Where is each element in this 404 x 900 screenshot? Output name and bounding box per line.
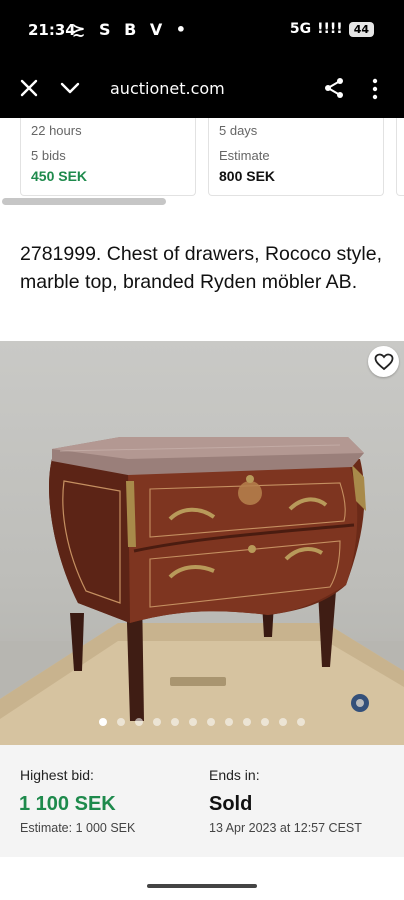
related-lots-carousel[interactable]: 22 hours 5 bids 450 SEK 5 days Estimate … <box>0 118 404 208</box>
time-left: 5 days <box>219 123 258 138</box>
status-time: 21:34 <box>28 21 76 39</box>
chest-of-drawers-photo <box>0 437 404 745</box>
status-indicators: 5G !!!! 44 <box>290 21 374 37</box>
bid-summary-panel: Highest bid: 1 100 SEK Estimate: 1 000 S… <box>0 745 404 857</box>
pagination-dot[interactable] <box>117 718 125 726</box>
battery-icon: 44 <box>348 21 374 37</box>
related-lot-card[interactable]: 5 days Estimate 800 SEK <box>208 118 384 196</box>
lot-title: 2781999. Chest of drawers, Rococo style,… <box>20 243 383 293</box>
network-label: 5G <box>289 21 312 37</box>
share-icon[interactable] <box>322 76 346 100</box>
signal-icon: !!!! <box>317 21 343 37</box>
notification-icons: ≿ S B V • <box>72 20 191 39</box>
heart-icon <box>374 353 393 370</box>
related-lot-card[interactable] <box>396 118 404 196</box>
chevron-down-icon[interactable] <box>58 77 82 99</box>
image-pagination[interactable] <box>0 718 404 726</box>
pagination-dot[interactable] <box>261 718 269 726</box>
highest-bid-value: 1 100 SEK <box>19 793 116 815</box>
browser-toolbar: auctionet.com <box>0 60 404 118</box>
pagination-dot[interactable] <box>243 718 251 726</box>
pagination-dot[interactable] <box>297 718 305 726</box>
pagination-dot[interactable] <box>225 718 233 726</box>
sale-status: Sold <box>209 793 253 815</box>
highest-bid-label: Highest bid: <box>20 767 94 783</box>
url-text[interactable]: auctionet.com <box>110 79 225 98</box>
end-date: 13 Apr 2023 at 12:57 CEST <box>209 821 362 835</box>
favorite-button[interactable] <box>368 346 399 377</box>
lot-image[interactable] <box>0 341 404 745</box>
close-icon[interactable] <box>18 77 40 99</box>
card-price: 450 SEK <box>31 168 88 184</box>
pagination-dot[interactable] <box>99 718 107 726</box>
pagination-dot[interactable] <box>279 718 287 726</box>
pagination-dot[interactable] <box>189 718 197 726</box>
status-bar: 21:34 ≿ S B V • 5G !!!! 44 <box>0 0 404 60</box>
home-indicator[interactable] <box>147 884 257 888</box>
pagination-dot[interactable] <box>207 718 215 726</box>
ends-in-label: Ends in: <box>209 767 260 783</box>
bid-count: 5 bids <box>31 148 66 163</box>
time-left: 22 hours <box>31 123 82 138</box>
pagination-dot[interactable] <box>153 718 161 726</box>
pagination-dot[interactable] <box>135 718 143 726</box>
carousel-scrollbar[interactable] <box>2 198 166 205</box>
pagination-dot[interactable] <box>171 718 179 726</box>
estimate-label: Estimate <box>219 148 270 163</box>
related-lot-card[interactable]: 22 hours 5 bids 450 SEK <box>20 118 196 196</box>
card-price: 800 SEK <box>219 168 276 184</box>
estimate-text: Estimate: 1 000 SEK <box>20 821 136 835</box>
more-vertical-icon[interactable] <box>368 77 382 101</box>
